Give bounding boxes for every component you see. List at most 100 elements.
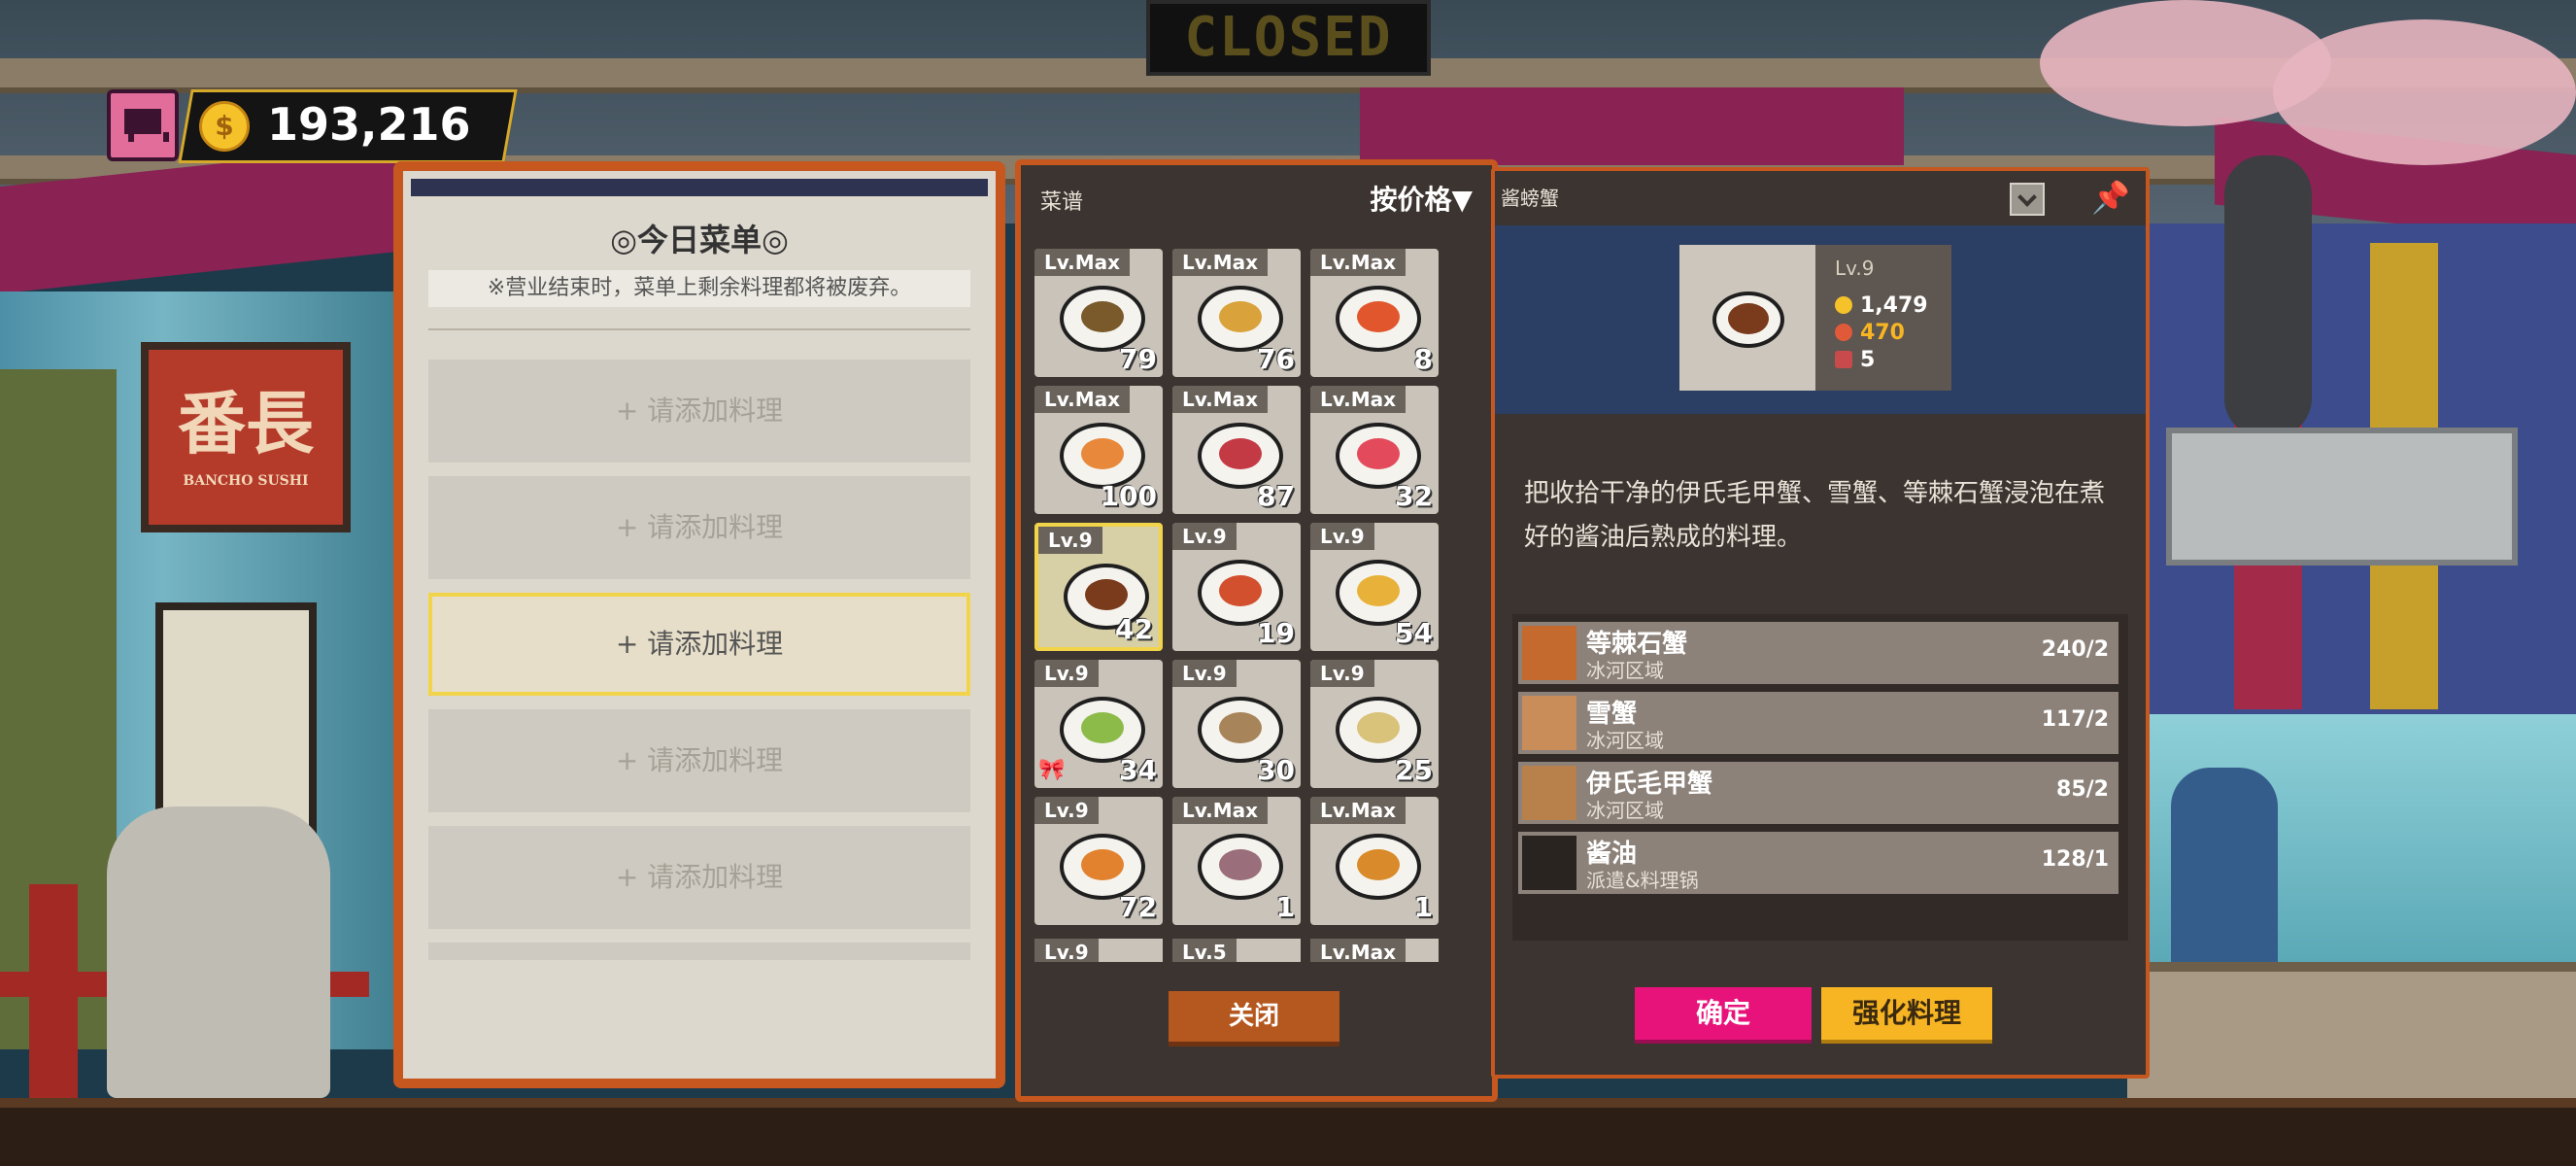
menu-notice: ※营业结束时，菜单上剩余料理都将被废弃。	[428, 270, 970, 307]
dish-icon	[1336, 834, 1421, 900]
dish-icon	[1198, 834, 1283, 900]
recipe-card[interactable]: Lv.Max 1	[1172, 797, 1301, 925]
recipe-level-badge: Lv.9	[1034, 660, 1099, 687]
dish-icon	[1060, 286, 1145, 352]
recipe-stock-count: 8	[1413, 343, 1433, 375]
shop-home-button[interactable]	[107, 89, 179, 161]
crab-icon	[1522, 626, 1576, 680]
ingredient-quantity: 117/2	[2041, 707, 2109, 732]
pin-icon[interactable]: 📌	[2091, 179, 2130, 216]
recipe-card[interactable]: Lv.Max 79	[1034, 249, 1163, 377]
recipe-card[interactable]: Lv.9 19	[1172, 523, 1301, 651]
dish-banner: Lv.9 1,479 470 5	[1495, 225, 2146, 414]
dish-icon	[1336, 286, 1421, 352]
restaurant-sign-sub: BANCHO SUSHI	[183, 473, 309, 489]
recipe-card[interactable]: Lv.Max 8	[1310, 249, 1439, 377]
recipe-level-badge: Lv.9	[1310, 660, 1374, 687]
recipe-stock-count: 32	[1395, 480, 1433, 512]
menu-slot-6-partial[interactable]	[428, 943, 970, 960]
recipe-level-badge: Lv.Max	[1172, 249, 1269, 276]
ingredient-location: 冰河区域	[1586, 729, 1664, 752]
vent-duct	[2224, 155, 2312, 437]
recipe-stock-count: 87	[1257, 480, 1295, 512]
collapse-icon[interactable]	[2010, 183, 2045, 216]
crab-icon	[1522, 696, 1576, 750]
recipe-card[interactable]: Lv.Max 87	[1172, 386, 1301, 514]
recipe-stock-count: 100	[1100, 480, 1157, 512]
recipe-level-badge: Lv.9	[1034, 939, 1099, 962]
dish-portions: 5	[1835, 348, 1875, 372]
menu-slot-4[interactable]: + 请添加料理	[428, 709, 970, 812]
recipe-stock-count: 79	[1119, 343, 1157, 375]
recipe-stock-count: 34	[1119, 754, 1157, 786]
recipe-level-badge: Lv.9	[1310, 523, 1374, 550]
dish-icon	[1060, 423, 1145, 489]
crab-icon	[1522, 766, 1576, 820]
recipe-level-badge: Lv.9	[1038, 527, 1102, 554]
recipe-card[interactable]: Lv.9 25	[1310, 660, 1439, 788]
menu-slot-5[interactable]: + 请添加料理	[428, 826, 970, 929]
menu-slot-2[interactable]: + 请添加料理	[428, 476, 970, 579]
dish-icon	[1198, 286, 1283, 352]
recipe-level-badge: Lv.9	[1034, 797, 1099, 824]
dish-description: 把收拾干净的伊氏毛甲蟹、雪蟹、等棘石蟹浸泡在煮好的酱油后熟成的料理。	[1524, 479, 2106, 552]
dish-level: Lv.9	[1835, 257, 1875, 280]
favorite-bow-icon: 🎀	[1038, 758, 1066, 782]
recipe-card[interactable]: Lv.9 34 🎀	[1034, 660, 1163, 788]
recipe-level-badge: Lv.Max	[1034, 249, 1131, 276]
recipe-stock-count: 30	[1257, 754, 1295, 786]
ingredient-row[interactable]: 酱油 派遣&料理锅 128/1	[1518, 832, 2118, 894]
recipe-stock-count: 76	[1257, 343, 1295, 375]
recipe-stock-count: 1	[1275, 891, 1295, 923]
recipe-card[interactable]: Lv.Max 1	[1310, 797, 1439, 925]
dish-icon	[1198, 423, 1283, 489]
close-button[interactable]: 关闭	[1169, 991, 1339, 1046]
recipe-level-badge: Lv.Max	[1310, 797, 1407, 824]
ingredient-quantity: 128/1	[2041, 847, 2109, 872]
dish-stats: Lv.9 1,479 470 5	[1815, 245, 1951, 391]
dish-name: 酱螃蟹	[1501, 187, 1559, 210]
dish-icon	[1336, 697, 1421, 763]
ingredient-list: 等棘石蟹 冰河区域 240/2 雪蟹 冰河区域 117/2 伊氏毛甲蟹 冰河区域 85/2 酱油派…	[1512, 614, 2128, 941]
recipe-card[interactable]: Lv.9 72	[1034, 797, 1163, 925]
recipe-card[interactable]: Lv.Max 32	[1310, 386, 1439, 514]
gold-amount: 193,216	[267, 98, 471, 151]
floor	[0, 1098, 2576, 1166]
recipe-stock-count: 42	[1115, 613, 1153, 645]
recipe-card[interactable]: Lv.Max 100	[1034, 386, 1163, 514]
recipe-stock-count: 25	[1395, 754, 1433, 786]
recipe-level-badge: Lv.Max	[1310, 249, 1407, 276]
menu-slot-3[interactable]: + 请添加料理	[428, 593, 970, 696]
taste-icon	[1835, 324, 1852, 341]
dish-detail-panel: 酱螃蟹 📌 Lv.9 1,479 470 5 把收拾干净的伊氏毛甲蟹、雪蟹、等棘…	[1491, 167, 2150, 1079]
dish-icon	[1336, 560, 1421, 626]
shop-icon	[124, 109, 161, 134]
menu-slot-1[interactable]: + 请添加料理	[428, 360, 970, 463]
ingredient-row[interactable]: 伊氏毛甲蟹 冰河区域 85/2	[1518, 762, 2118, 824]
soy-sauce-icon	[1522, 836, 1576, 890]
dish-icon	[1198, 697, 1283, 763]
today-menu-panel: ◎今日菜单◎ ※营业结束时，菜单上剩余料理都将被废弃。 + 请添加料理 + 请添…	[393, 161, 1005, 1088]
restaurant-sign-main: 番長	[178, 383, 314, 463]
recipe-card[interactable]: Lv.Max 76	[1172, 249, 1301, 377]
confirm-button[interactable]: 确定	[1635, 987, 1812, 1044]
ingredient-row[interactable]: 等棘石蟹 冰河区域 240/2	[1518, 622, 2118, 684]
recipe-card[interactable]: Lv.9 54	[1310, 523, 1439, 651]
recipe-level-badge: Lv.Max	[1172, 797, 1269, 824]
divider	[428, 328, 970, 330]
recipe-card[interactable]: Lv.9 30	[1172, 660, 1301, 788]
ingredient-row[interactable]: 雪蟹 冰河区域 117/2	[1518, 692, 2118, 754]
sort-by-price-button[interactable]: 按价格▼	[1370, 179, 1473, 218]
recipe-level-badge: Lv.5	[1172, 939, 1237, 962]
recipe-card[interactable]: Lv.9 42	[1034, 523, 1163, 651]
recipe-panel-title: 菜谱	[1040, 190, 1084, 215]
restaurant-sign: 番長 BANCHO SUSHI	[141, 342, 351, 532]
stone-statue	[107, 806, 330, 1098]
curtain	[1360, 87, 1904, 165]
ingredient-quantity: 85/2	[2056, 777, 2109, 802]
ingredient-quantity: 240/2	[2041, 637, 2109, 662]
recipe-level-badge: Lv.Max	[1310, 386, 1407, 413]
kitchen-counter	[2127, 962, 2576, 1108]
chef-character	[2171, 768, 2278, 962]
enhance-dish-button[interactable]: 强化料理	[1821, 987, 1992, 1044]
